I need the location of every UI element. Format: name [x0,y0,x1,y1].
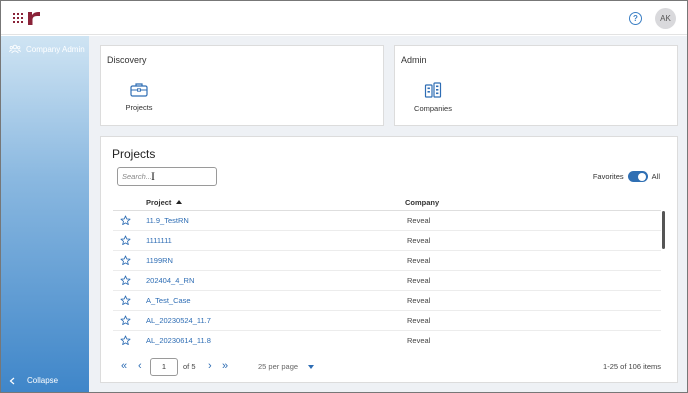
page-number-input[interactable]: 1 [150,358,178,376]
project-link[interactable]: 11.9_TestRN [146,216,189,225]
next-page-icon[interactable]: › [208,360,212,372]
projects-card: Projects I Favorites All Project Company… [100,136,678,383]
help-icon[interactable]: ? [629,12,642,25]
top-header: ? AK [1,1,687,35]
per-page-select[interactable]: 25 per page [258,362,298,371]
items-count-text: 1-25 of 106 items [603,362,661,371]
page-count-text: of 5 [183,362,196,371]
discovery-title: Discovery [107,55,147,65]
favorites-label: Favorites [592,172,624,181]
chevron-left-icon [9,377,15,384]
admin-card: Admin Companies [394,45,678,126]
companies-tile[interactable]: Companies [403,82,463,113]
companies-tile-label: Companies [414,104,452,113]
sort-ascending-icon [176,200,183,204]
pagination: « ‹ 1 of 5 › » 25 per page 1-25 of 106 i… [121,357,661,377]
favorite-star-icon[interactable] [120,235,131,246]
favorite-star-icon[interactable] [120,315,131,326]
company-cell: Reveal [407,216,431,225]
sidebar: Company Admin Collapse [1,36,89,392]
table-row[interactable]: 1199RN Reveal [113,251,661,271]
chevron-down-icon[interactable] [308,365,314,369]
last-page-icon[interactable]: » [222,360,228,372]
favorite-star-icon[interactable] [120,275,131,286]
first-page-icon[interactable]: « [121,360,127,372]
projects-tile-label: Projects [125,103,153,112]
favorite-star-icon[interactable] [120,335,131,346]
project-link[interactable]: 202404_4_RN [146,276,194,285]
admin-title: Admin [401,55,427,65]
company-cell: Reveal [407,256,431,265]
user-avatar[interactable]: AK [655,8,676,29]
project-link[interactable]: A_Test_Case [146,296,191,305]
table-row[interactable]: AL_20230524_11.7 Reveal [113,311,661,331]
users-icon [9,44,21,54]
column-header-project[interactable]: Project [146,198,183,207]
favorite-star-icon[interactable] [120,295,131,306]
table-row[interactable]: 11.9_TestRN Reveal [113,211,661,231]
logo-icon [28,12,40,25]
buildings-icon [424,82,442,98]
table-header: Project Company [113,195,661,211]
company-cell: Reveal [407,276,431,285]
company-cell: Reveal [407,316,431,325]
projects-title: Projects [112,147,156,161]
app-launcher-icon[interactable] [13,13,23,23]
all-label: All [651,172,660,181]
table-row[interactable]: 1111111 Reveal [113,231,661,251]
favorites-toggle[interactable] [627,171,648,182]
column-header-company[interactable]: Company [405,198,439,207]
collapse-label: Collapse [27,376,59,385]
text-cursor-icon: I [151,169,155,183]
collapse-button[interactable]: Collapse [9,376,58,385]
company-cell: Reveal [407,296,431,305]
prev-page-icon[interactable]: ‹ [138,360,142,372]
search-input[interactable] [117,167,217,186]
projects-tile[interactable]: Projects [109,82,169,112]
favorite-star-icon[interactable] [120,215,131,226]
scrollbar-thumb[interactable] [662,211,665,249]
table-row[interactable]: 202404_4_RN Reveal [113,271,661,291]
project-link[interactable]: 1111111 [146,236,172,245]
briefcase-icon [130,83,148,97]
project-link[interactable]: AL_20230524_11.7 [146,316,211,325]
discovery-card: Discovery Projects [100,45,384,126]
company-cell: Reveal [407,336,431,345]
sidebar-item-label: Company Admin [26,44,85,54]
table-row[interactable]: A_Test_Case Reveal [113,291,661,311]
sidebar-item-company-admin[interactable]: Company Admin [9,44,85,54]
favorite-star-icon[interactable] [120,255,131,266]
project-link[interactable]: AL_20230614_11.8 [146,336,211,345]
table-body: 11.9_TestRN Reveal 1111111 Reveal 1199RN Reve… [113,211,661,347]
company-cell: Reveal [407,236,431,245]
table-row[interactable]: AL_20230614_11.8 Reveal [113,331,661,347]
project-link[interactable]: 1199RN [146,256,173,265]
favorites-filter: Favorites All [593,171,660,182]
